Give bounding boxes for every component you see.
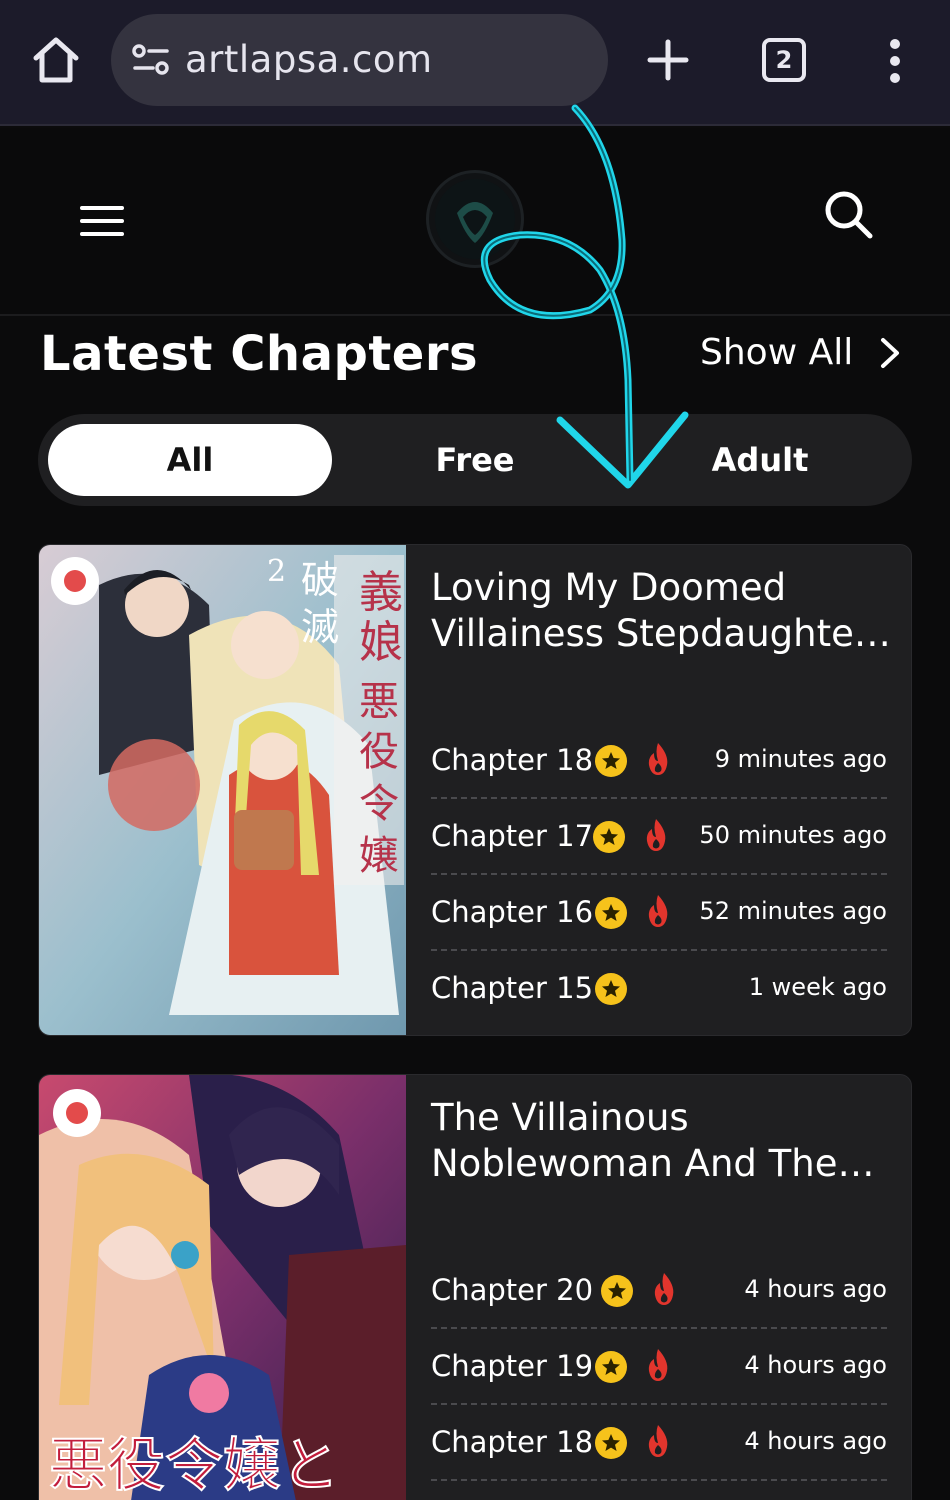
series-title[interactable]: Loving My Doomed Villainess Stepdaughte… xyxy=(431,565,891,657)
chapter-time: 4 hours ago xyxy=(744,1351,887,1379)
series-card[interactable]: 悪役令嬢と The Villainous Noblewoman And The…… xyxy=(38,1074,912,1500)
chapter-name[interactable]: Chapter 19 xyxy=(431,1349,593,1383)
chapter-name[interactable]: Chapter 17 xyxy=(431,819,593,853)
series-card[interactable]: 義 娘 悪 役 令 嬢 破 滅 2 Loving My Doomed Villa… xyxy=(38,544,912,1036)
premium-star-icon xyxy=(601,1275,633,1307)
chapter-name[interactable]: Chapter 15 xyxy=(431,971,593,1005)
hamburger-menu-icon[interactable] xyxy=(80,204,124,238)
chapter-time: 4 hours ago xyxy=(744,1427,887,1455)
chapter-name[interactable]: Chapter 20 xyxy=(431,1273,593,1307)
chapter-time: 52 minutes ago xyxy=(699,897,887,925)
fire-icon xyxy=(648,1425,668,1457)
svg-text:破: 破 xyxy=(301,558,339,602)
show-all-label[interactable]: Show All xyxy=(700,332,853,373)
filter-tabs: All Free Adult xyxy=(38,414,912,506)
tab-all[interactable]: All xyxy=(48,424,332,496)
chapter-time: 4 hours ago xyxy=(744,1275,887,1303)
section-title: Latest Chapters xyxy=(40,326,479,382)
series-title-line-2[interactable]: Villainess Stepdaughte… xyxy=(431,611,891,657)
series-title[interactable]: The Villainous Noblewoman And The… xyxy=(431,1095,891,1187)
chapter-row[interactable]: Chapter 15 1 week ago xyxy=(431,951,887,1027)
premium-star-icon xyxy=(595,897,627,929)
premium-star-icon xyxy=(595,745,627,777)
premium-star-icon xyxy=(593,821,625,853)
svg-text:娘: 娘 xyxy=(359,617,403,668)
chapter-time: 50 minutes ago xyxy=(699,821,887,849)
fire-icon xyxy=(646,819,666,851)
fire-icon xyxy=(648,1349,668,1381)
chapter-row[interactable]: Chapter 17 50 minutes ago xyxy=(431,799,887,875)
chapter-time: 9 minutes ago xyxy=(714,745,887,773)
show-all-link[interactable]: Show All xyxy=(700,332,901,373)
chapter-row[interactable]: Chapter 16 52 minutes ago xyxy=(431,875,887,951)
chapter-name[interactable]: Chapter 16 xyxy=(431,895,593,929)
tab-free[interactable]: Free xyxy=(333,424,617,496)
browser-toolbar: artlapsa.com 2 xyxy=(0,0,950,126)
series-title-line-1[interactable]: Loving My Doomed xyxy=(431,565,891,611)
fire-icon xyxy=(648,895,668,927)
tab-count: 2 xyxy=(775,46,793,74)
series-title-line-1[interactable]: The Villainous xyxy=(431,1095,891,1141)
url-text[interactable]: artlapsa.com xyxy=(185,38,433,81)
svg-text:2: 2 xyxy=(267,554,286,589)
fire-icon xyxy=(648,743,668,775)
chapter-row[interactable]: Chapter 18 9 minutes ago xyxy=(431,723,887,799)
tab-adult[interactable]: Adult xyxy=(618,424,902,496)
chevron-right-icon[interactable] xyxy=(879,336,901,370)
site-settings-icon[interactable] xyxy=(131,42,171,78)
cover-title-text: 義 xyxy=(359,567,403,618)
svg-text:悪: 悪 xyxy=(359,679,399,725)
premium-star-icon xyxy=(595,1351,627,1383)
chapter-row[interactable]: Chapter 18 4 hours ago xyxy=(431,1405,887,1481)
chapter-row[interactable]: Chapter 19 4 hours ago xyxy=(431,1329,887,1405)
chapter-name[interactable]: Chapter 18 xyxy=(431,743,593,777)
search-icon[interactable] xyxy=(822,188,874,240)
series-cover-image[interactable]: 義 娘 悪 役 令 嬢 破 滅 2 xyxy=(39,545,406,1035)
tab-switcher-icon[interactable]: 2 xyxy=(762,38,806,82)
svg-text:令: 令 xyxy=(359,781,399,827)
svg-text:役: 役 xyxy=(359,729,399,775)
chapter-time: 1 week ago xyxy=(748,973,887,1001)
site-header xyxy=(0,128,950,316)
more-menu-icon[interactable] xyxy=(880,36,910,86)
svg-text:嬢: 嬢 xyxy=(359,833,399,879)
svg-text:滅: 滅 xyxy=(301,605,339,649)
chapter-name[interactable]: Chapter 18 xyxy=(431,1425,593,1459)
new-tab-icon[interactable] xyxy=(646,38,690,82)
series-title-line-2[interactable]: Noblewoman And The… xyxy=(431,1141,891,1187)
premium-star-icon xyxy=(595,1427,627,1459)
address-bar[interactable]: artlapsa.com xyxy=(111,14,608,106)
chapter-row[interactable]: Chapter 20 4 hours ago xyxy=(431,1253,887,1329)
series-cover-image[interactable]: 悪役令嬢と xyxy=(39,1075,406,1500)
premium-star-icon xyxy=(595,973,627,1005)
home-icon[interactable] xyxy=(30,34,82,86)
cover-title-text: 悪役令嬢と xyxy=(49,1431,339,1499)
site-logo-mark xyxy=(435,179,515,259)
fire-icon xyxy=(654,1273,674,1305)
site-logo[interactable] xyxy=(426,170,524,268)
